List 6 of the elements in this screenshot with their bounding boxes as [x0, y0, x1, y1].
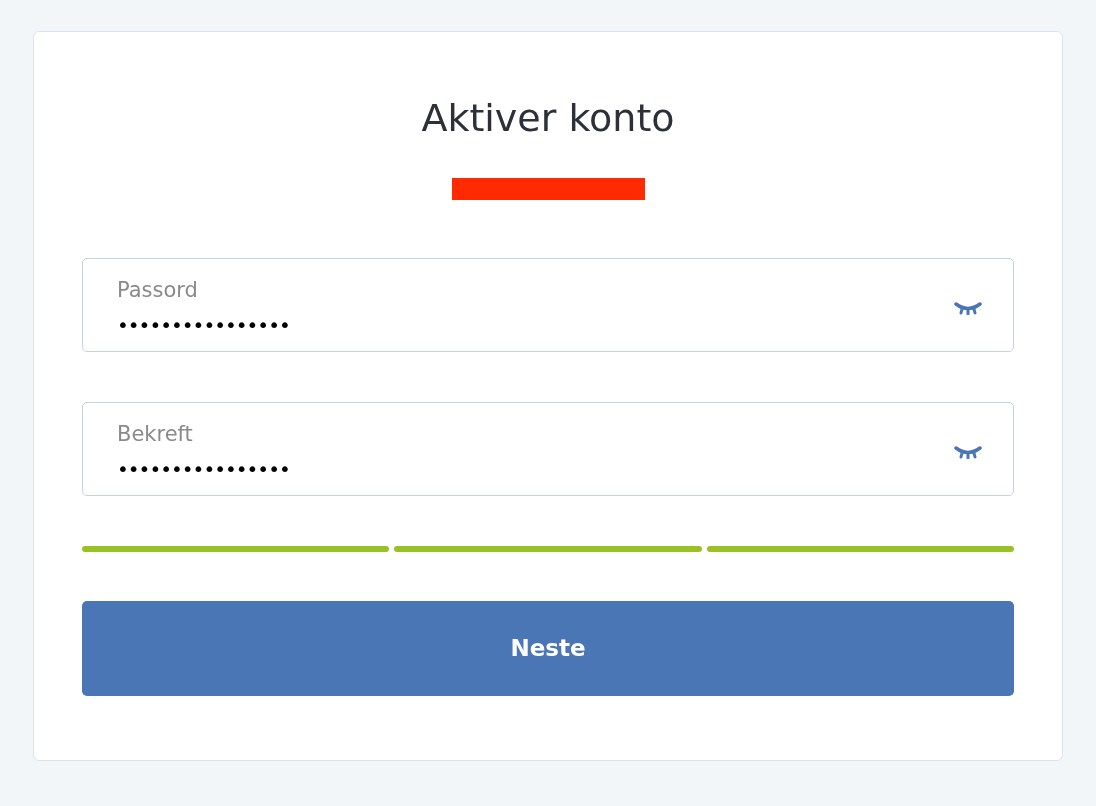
- password-field[interactable]: Passord ••••••••••••••••: [82, 258, 1014, 352]
- password-field[interactable]: Bekreft ••••••••••••••••: [82, 402, 1014, 496]
- closed-eye-icon[interactable]: [953, 445, 983, 459]
- page-title: Aktiver konto: [421, 95, 675, 142]
- next-button[interactable]: Neste: [82, 601, 1014, 696]
- closed-eye-icon[interactable]: [953, 301, 983, 315]
